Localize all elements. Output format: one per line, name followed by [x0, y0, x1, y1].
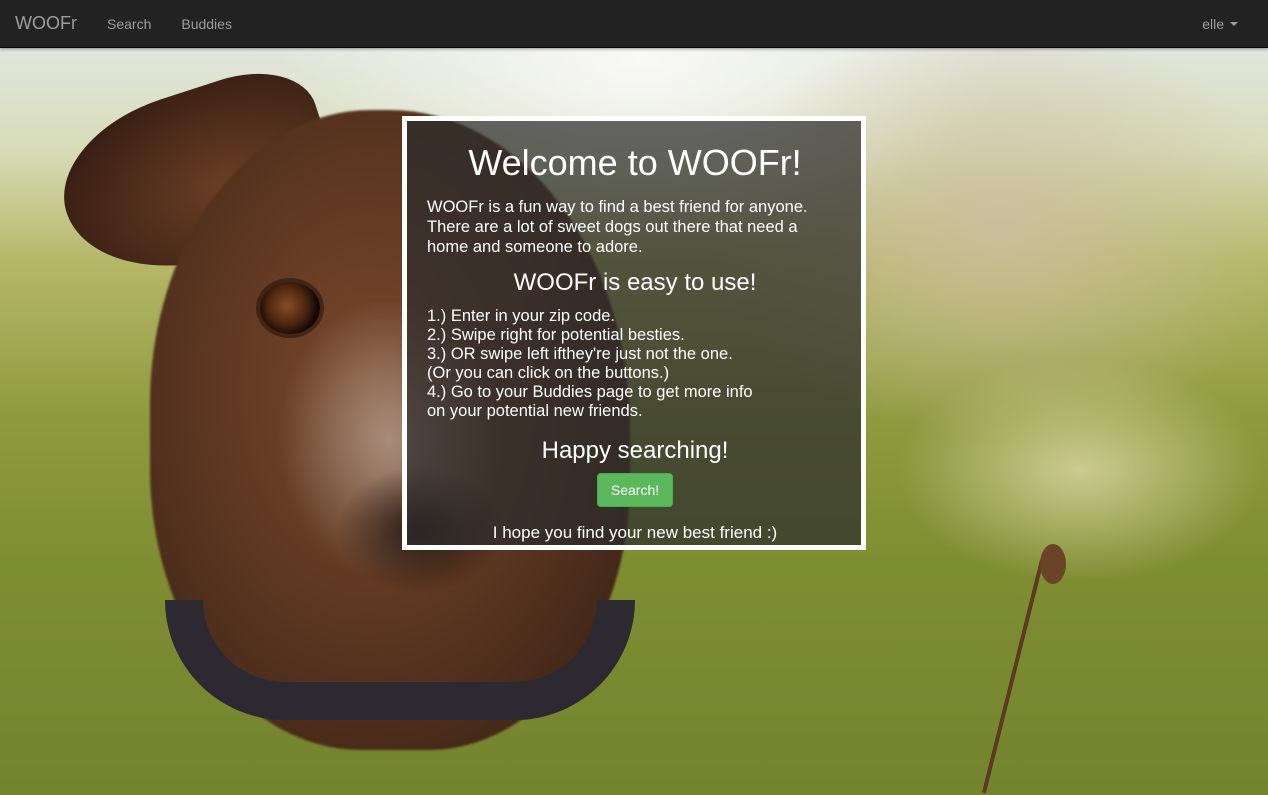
search-button[interactable]: Search! [596, 473, 674, 507]
nav-search-link[interactable]: Search [92, 16, 166, 32]
dog-collar [165, 600, 635, 720]
step-item: (Or you can click on the buttons.) [427, 364, 670, 382]
easy-to-use-heading: WOOFr is easy to use! [513, 269, 757, 296]
step-item: 4.) Go to your Buddies page to get more … [427, 383, 753, 401]
navbar: WOOFr Search Buddies elle [0, 0, 1268, 48]
welcome-intro: WOOFr is a fun way to find a best friend… [427, 198, 808, 256]
happy-searching-heading: Happy searching! [541, 437, 729, 464]
search-button-wrap: Search! [427, 473, 843, 507]
step-item: on your potential new friends. [427, 402, 643, 420]
closing-message: I hope you find your new best friend :) [492, 523, 778, 542]
step-item: 1.) Enter in your zip code. [427, 307, 616, 325]
nav-buddies-link[interactable]: Buddies [166, 16, 247, 32]
step-item: 2.) Swipe right for potential besties. [427, 326, 685, 344]
steps-list: 1.) Enter in your zip code. 2.) Swipe ri… [427, 307, 843, 421]
user-name: elle [1202, 15, 1224, 32]
user-dropdown[interactable]: elle [1202, 16, 1268, 32]
step-item: 3.) OR swipe left ifthey're just not the… [427, 345, 733, 363]
brand-link[interactable]: WOOFr [0, 13, 92, 34]
caret-down-icon [1230, 21, 1238, 26]
welcome-panel: Welcome to WOOFr! WOOFr is a fun way to … [402, 116, 866, 550]
page: WOOFr Search Buddies elle Welcome to WOO… [0, 0, 1268, 795]
grass-stem [981, 559, 1044, 794]
dog-eye [260, 282, 320, 334]
welcome-title: Welcome to WOOFr! [468, 142, 802, 183]
grass-seedhead [1040, 544, 1066, 584]
